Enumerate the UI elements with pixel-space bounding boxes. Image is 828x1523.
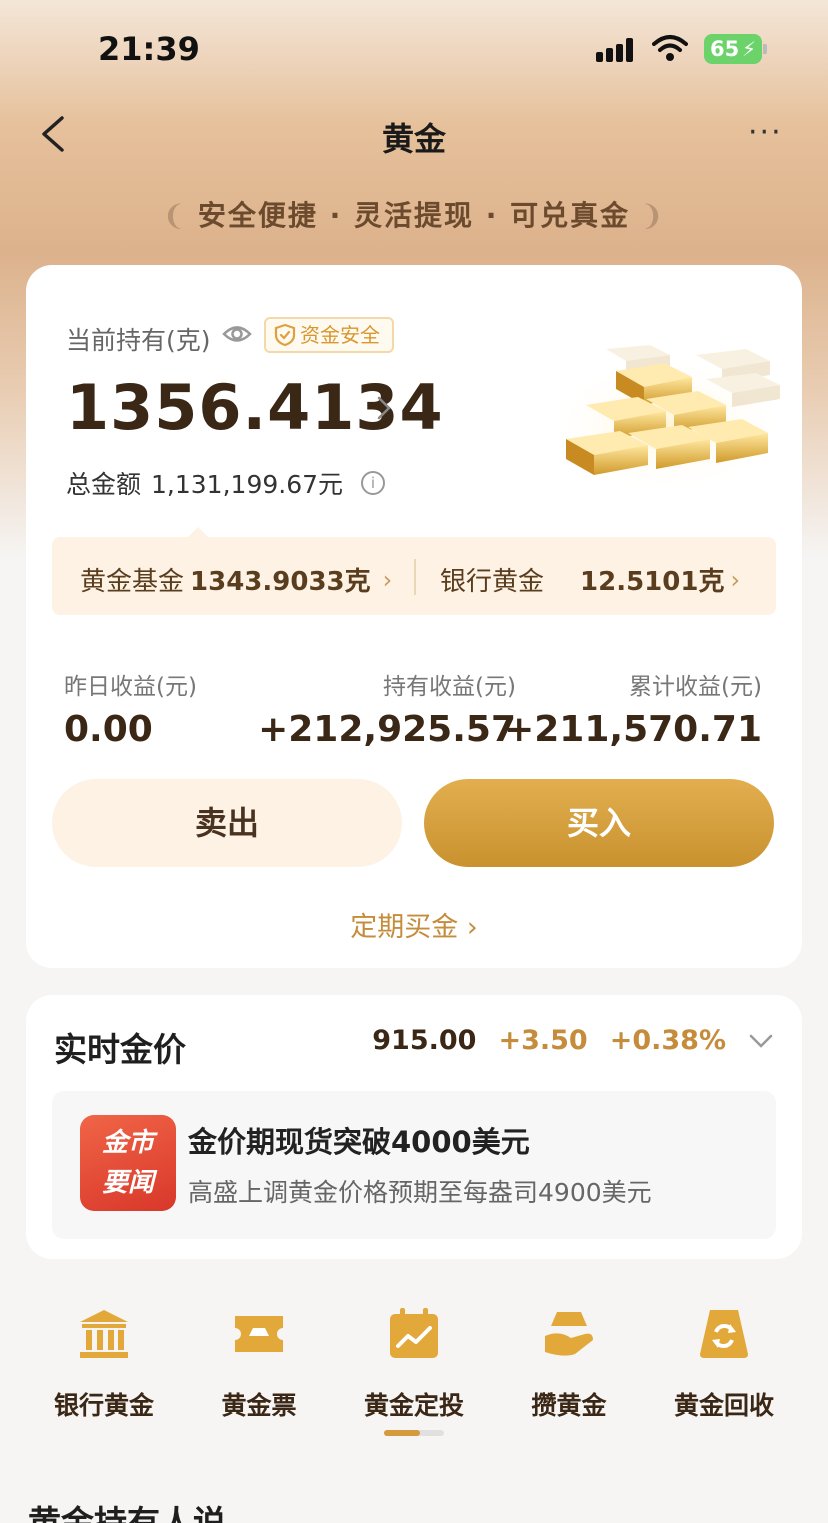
news-title: 金价期现货突破4000美元 (188, 1125, 530, 1159)
divider (414, 559, 416, 595)
eye-icon[interactable] (222, 323, 252, 345)
earning-yesterday: 昨日收益(元) 0.00 (64, 667, 197, 750)
nav-bar: 黄金 ··· (0, 100, 828, 170)
earning-value: +211,570.71 (504, 709, 762, 750)
shortcut-label: 黄金定投 (363, 1391, 464, 1420)
price-value: 915.00 (372, 1025, 477, 1056)
ticket-icon (235, 1316, 283, 1352)
shortcut-row: 银行黄金 黄金票 黄金定投 攒黄金 黄金回收 (0, 1300, 828, 1420)
calendar-chart-icon (390, 1308, 438, 1358)
price-title: 实时金价 (54, 1030, 186, 1069)
bank-icon (80, 1310, 128, 1358)
price-values[interactable]: 915.00 +3.50 +0.38% (372, 1025, 774, 1056)
signal-icon (596, 38, 640, 62)
page-indicator (384, 1430, 444, 1436)
live-price-card: 实时金价 915.00 +3.50 +0.38% 金市 要闻 金价期现货突破40… (26, 995, 802, 1259)
regular-buy-link[interactable]: 定期买金 › (26, 905, 802, 944)
total-amount-row: 总金额 1,131,199.67元 i (66, 465, 386, 501)
battery-icon: 65 ⚡ (704, 34, 767, 64)
more-icon[interactable]: ··· (748, 118, 783, 148)
chevron-right-icon: › (730, 565, 741, 594)
news-logo-line1: 金市 (101, 1128, 154, 1158)
holding-card: 当前持有(克) 资金安全 1356.4134 总金额 1,131,199.67元… (26, 265, 802, 968)
earning-label: 累计收益(元) (629, 674, 762, 700)
news-logo: 金市 要闻 (80, 1115, 176, 1211)
holding-label: 当前持有(克) (66, 326, 211, 355)
sell-button[interactable]: 卖出 (52, 779, 402, 867)
wifi-icon (652, 35, 688, 61)
bank-gold-link[interactable]: 银行黄金 12.5101克 › (440, 561, 740, 598)
shortcut-label: 银行黄金 (53, 1391, 154, 1420)
shortcut-label: 黄金票 (221, 1391, 297, 1420)
slogan-text: 安全便捷 · 灵活提现 · 可兑真金 (197, 199, 631, 232)
laurel-right-icon: ❩ (640, 199, 666, 232)
earning-value: 0.00 (64, 709, 153, 750)
bank-gold-value: 12.5101克 (580, 567, 725, 597)
shortcut-label: 黄金回收 (673, 1391, 774, 1420)
shortcut-label: 攒黄金 (531, 1391, 607, 1420)
chevron-right-icon: › (382, 565, 393, 594)
shortcut-bank-gold[interactable]: 银行黄金 (29, 1300, 179, 1422)
chevron-right-icon: › (466, 912, 478, 943)
page-indicator-active (384, 1430, 420, 1436)
news-logo-line2: 要闻 (101, 1168, 154, 1198)
gold-fund-value: 1343.9033克 (190, 567, 371, 597)
gold-fund-link[interactable]: 黄金基金 1343.9033克 › (80, 561, 392, 598)
battery-level: 65 (710, 37, 740, 61)
bank-gold-label: 银行黄金 (440, 567, 545, 597)
price-change: +3.50 (498, 1025, 588, 1056)
earning-label: 持有收益(元) (383, 674, 516, 700)
earning-label: 昨日收益(元) (64, 674, 197, 700)
chevron-right-icon[interactable] (376, 395, 392, 421)
gold-bars-illustration (546, 345, 786, 495)
shortcut-save-gold[interactable]: 攒黄金 (494, 1300, 644, 1422)
earning-cumulative: 累计收益(元) +211,570.71 (504, 667, 762, 750)
earning-holding: 持有收益(元) +212,925.57 (258, 667, 516, 750)
total-amount-value: 1,131,199.67元 (151, 470, 344, 499)
news-item[interactable]: 金市 要闻 金价期现货突破4000美元 高盛上调黄金价格预期至每盎司4900美元 (52, 1091, 776, 1239)
regular-buy-label: 定期买金 (350, 912, 459, 943)
gold-fund-label: 黄金基金 (80, 567, 185, 597)
total-amount-label: 总金额 (66, 470, 142, 499)
price-change-pct: +0.38% (609, 1025, 726, 1056)
earning-value: +212,925.57 (258, 709, 516, 750)
shortcut-gold-recycle[interactable]: 黄金回收 (649, 1300, 799, 1422)
recycle-icon (700, 1310, 748, 1358)
holding-breakdown: 黄金基金 1343.9033克 › 银行黄金 12.5101克 › (52, 527, 776, 615)
info-icon[interactable]: i (361, 471, 386, 495)
page-title: 黄金 (381, 120, 446, 158)
shortcut-gold-ticket[interactable]: 黄金票 (184, 1300, 334, 1422)
slogan: ❨ 安全便捷 · 灵活提现 · 可兑真金 ❩ (0, 194, 828, 234)
shortcut-gold-investment[interactable]: 黄金定投 (339, 1300, 489, 1422)
news-subtitle: 高盛上调黄金价格预期至每盎司4900美元 (188, 1178, 652, 1207)
shield-check-icon (274, 323, 296, 347)
status-bar: 21:39 65 ⚡ (0, 0, 828, 100)
status-time: 21:39 (98, 30, 200, 68)
hand-gold-icon (545, 1312, 593, 1356)
safety-badge-label: 资金安全 (300, 323, 380, 347)
section-title: 黄金持有人说 (28, 1503, 226, 1523)
buy-button[interactable]: 买入 (424, 779, 774, 867)
safety-badge: 资金安全 (264, 317, 394, 353)
laurel-left-icon: ❨ (162, 199, 188, 232)
chevron-down-icon[interactable] (748, 1033, 774, 1049)
